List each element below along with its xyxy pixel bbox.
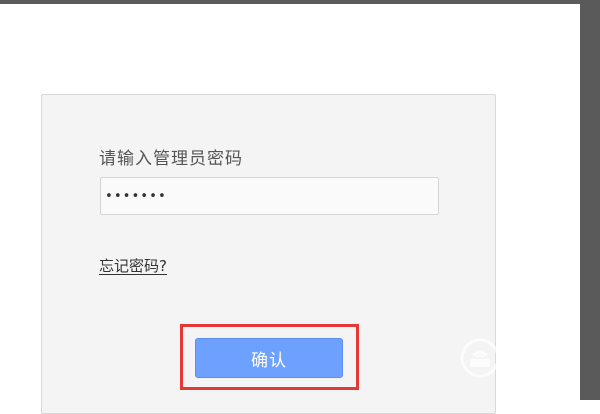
window-top-bar (0, 0, 600, 4)
router-logo-icon (460, 338, 500, 378)
password-input[interactable] (100, 177, 439, 215)
forgot-password-link[interactable]: 忘记密码? (99, 255, 167, 276)
watermark-subtitle: luyouqi.com (513, 364, 581, 377)
confirm-button[interactable]: 确认 (195, 338, 343, 378)
password-prompt: 请输入管理员密码 (99, 149, 243, 169)
watermark: 路由器 luyouqi.com (460, 334, 600, 384)
